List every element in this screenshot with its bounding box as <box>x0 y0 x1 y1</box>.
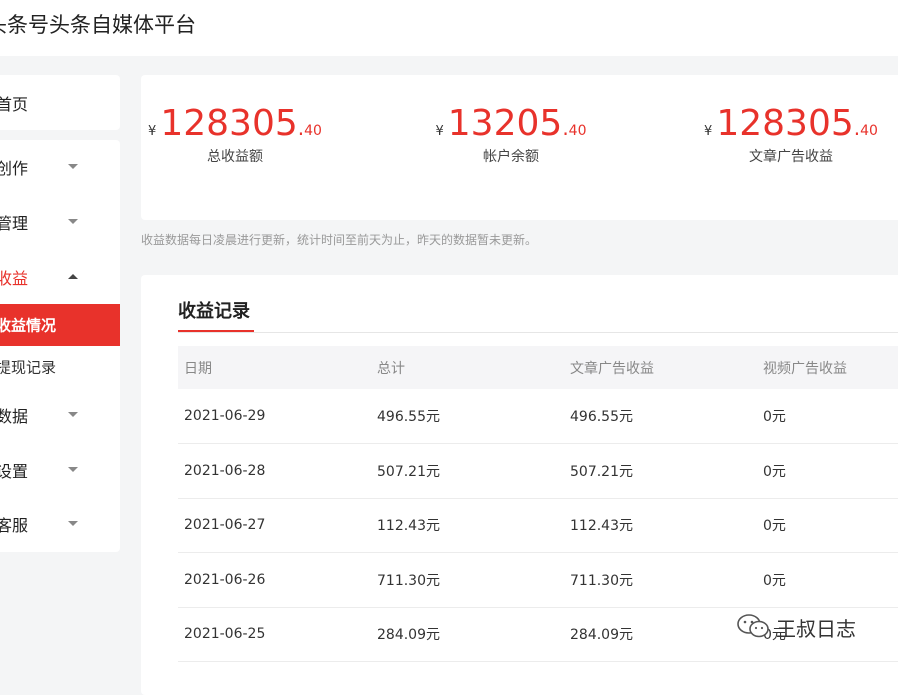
watermark-text: 王叔日志 <box>776 617 856 641</box>
sidebar-item-label: 首页 <box>0 94 29 114</box>
table-row: 2021-06-27 112.43元 112.43元 0元 <box>178 498 898 553</box>
sidebar-item-data[interactable]: 数据 <box>0 388 120 442</box>
sidebar-item-manage[interactable]: 管理 <box>0 195 120 249</box>
cell-video-ad: 0元 <box>763 518 786 534</box>
sidebar-item-label: 创作 <box>0 159 29 178</box>
currency-symbol: ¥ <box>704 124 713 139</box>
stat-article-ad-revenue: ¥128305.40 文章广告收益 <box>671 103 898 166</box>
stat-caption: 文章广告收益 <box>749 149 833 165</box>
table-row: 2021-06-28 507.21元 507.21元 0元 <box>178 444 898 499</box>
cell-video-ad: 0元 <box>763 464 786 480</box>
sidebar-subitem-revenue-overview[interactable]: 收益情况 <box>0 304 120 346</box>
amount-integer: 128305 <box>716 103 854 144</box>
sidebar-item-label: 收益 <box>0 269 29 288</box>
chevron-down-icon <box>68 467 78 472</box>
stat-caption: 帐户余额 <box>483 149 539 165</box>
cell-date: 2021-06-29 <box>184 408 266 424</box>
cell-total: 496.55元 <box>377 409 440 425</box>
column-header-article-ad: 文章广告收益 <box>570 360 654 377</box>
chevron-down-icon <box>68 219 78 224</box>
cell-total: 711.30元 <box>377 573 440 589</box>
column-header-total: 总计 <box>377 360 405 377</box>
sidebar-item-label: 数据 <box>0 407 29 426</box>
column-header-date: 日期 <box>184 360 212 377</box>
stat-total-revenue: ¥128305.40 总收益额 <box>115 103 355 166</box>
tab-underline <box>178 330 254 332</box>
revenue-summary-card: ¥128305.40 总收益额 ¥13205.40 帐户余额 ¥128305.4… <box>141 75 898 220</box>
column-header-video-ad: 视频广告收益 <box>763 360 847 377</box>
sidebar-item-label: 管理 <box>0 214 29 233</box>
update-note: 收益数据每日凌晨进行更新，统计时间至前天为止，昨天的数据暂未更新。 <box>141 233 538 247</box>
currency-symbol: ¥ <box>435 124 444 139</box>
sidebar-menu: 创作 管理 收益 收益情况 提现记录 数据 设置 客服 <box>0 140 120 552</box>
cell-video-ad: 0元 <box>763 409 786 425</box>
chevron-down-icon <box>68 412 78 417</box>
chevron-up-icon <box>68 274 78 279</box>
table-header: 日期 总计 文章广告收益 视频广告收益 <box>178 346 898 389</box>
sidebar-item-create[interactable]: 创作 <box>0 140 120 194</box>
sidebar-subitem-withdraw-records[interactable]: 提现记录 <box>0 346 120 388</box>
sidebar-subitem-label: 收益情况 <box>0 316 57 335</box>
chevron-down-icon <box>68 164 78 169</box>
amount-integer: 128305 <box>160 103 298 144</box>
table-row: 2021-06-26 711.30元 711.30元 0元 <box>178 553 898 608</box>
cell-article-ad: 496.55元 <box>570 409 633 425</box>
cell-date: 2021-06-26 <box>184 572 266 588</box>
cell-total: 112.43元 <box>377 518 440 534</box>
cell-article-ad: 507.21元 <box>570 464 633 480</box>
amount-decimal: 40 <box>568 123 587 139</box>
currency-symbol: ¥ <box>148 124 157 139</box>
sidebar-subitem-label: 提现记录 <box>0 358 57 377</box>
table-row: 2021-06-29 496.55元 496.55元 0元 <box>178 389 898 444</box>
cell-date: 2021-06-25 <box>184 626 266 642</box>
amount-decimal: 40 <box>860 123 878 139</box>
cell-total: 507.21元 <box>377 464 440 480</box>
stat-amount: ¥128305.40 <box>115 103 355 144</box>
amount-decimal: 40 <box>304 123 322 139</box>
sidebar-item-label: 设置 <box>0 462 29 481</box>
stat-amount: ¥128305.40 <box>671 103 898 144</box>
stat-account-balance: ¥13205.40 帐户余额 <box>391 103 631 166</box>
cell-date: 2021-06-27 <box>184 517 266 533</box>
stat-amount: ¥13205.40 <box>391 103 631 144</box>
top-bar: 头条号头条自媒体平台 <box>0 0 898 56</box>
divider <box>178 332 898 333</box>
amount-integer: 13205 <box>447 103 563 144</box>
sidebar-item-home[interactable]: 首页 <box>0 75 120 130</box>
cell-article-ad: 711.30元 <box>570 573 633 589</box>
cell-article-ad: 284.09元 <box>570 627 633 643</box>
sidebar-item-support[interactable]: 客服 <box>0 497 120 551</box>
sidebar-item-revenue[interactable]: 收益 <box>0 250 120 304</box>
sidebar-item-label: 客服 <box>0 516 29 535</box>
stat-caption: 总收益额 <box>207 149 263 165</box>
cell-total: 284.09元 <box>377 627 440 643</box>
cell-date: 2021-06-28 <box>184 463 266 479</box>
cell-article-ad: 112.43元 <box>570 518 633 534</box>
sidebar-item-settings[interactable]: 设置 <box>0 443 120 497</box>
chevron-down-icon <box>68 521 78 526</box>
app-title: 头条号头条自媒体平台 <box>0 13 196 37</box>
sidebar-home-card: 首页 <box>0 75 120 130</box>
cell-video-ad: 0元 <box>763 573 786 589</box>
records-title: 收益记录 <box>178 301 250 322</box>
wechat-icon <box>737 614 769 638</box>
